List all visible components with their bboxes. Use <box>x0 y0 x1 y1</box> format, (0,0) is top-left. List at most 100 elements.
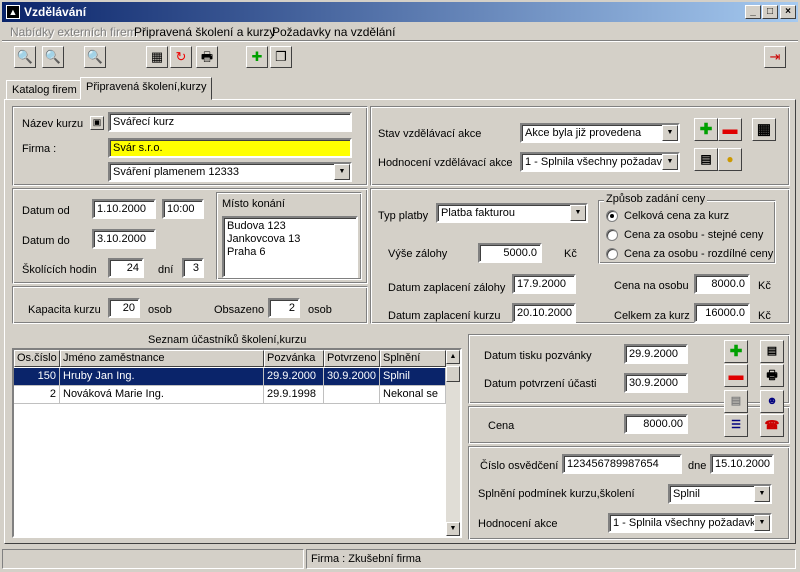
list-icon[interactable]: ☰ <box>724 414 748 437</box>
confirm-date-label: Datum potvrzení účasti <box>484 378 597 390</box>
price-same-label: Cena za osobu - stejné ceny <box>624 229 764 241</box>
scroll-down-icon[interactable]: ▼ <box>446 522 460 536</box>
chevron-down-icon[interactable]: ▼ <box>754 515 770 531</box>
course-type-select[interactable]: Sváření plamenem 12333 ▼ <box>108 162 352 182</box>
menu-education-requirements[interactable]: Požadavky na vzdělání <box>272 25 395 39</box>
remove-icon[interactable]: ▬ <box>718 118 742 141</box>
chevron-down-icon[interactable]: ▼ <box>754 486 770 502</box>
days-input[interactable]: 3 <box>182 258 204 278</box>
chevron-down-icon[interactable]: ▼ <box>662 125 678 141</box>
chevron-down-icon[interactable]: ▼ <box>334 164 350 180</box>
participants-title: Seznam účastníků školení,kurzu <box>148 334 307 346</box>
scroll-thumb[interactable] <box>446 366 460 382</box>
price-mode-title: Způsob zadání ceny <box>604 193 708 205</box>
menu-external-offers[interactable]: Nabídky externích firem <box>10 25 137 39</box>
calendar-icon[interactable]: ▦ <box>146 46 168 68</box>
evaluation-select[interactable]: 1 - Splnila všechny požadavk ▼ <box>520 152 680 172</box>
payment-type-value: Platba fakturou <box>441 207 515 219</box>
days-label: dní <box>158 264 174 276</box>
advance-input[interactable]: 5000.0 <box>478 243 542 263</box>
print-icon[interactable]: 🖶 <box>760 364 784 387</box>
search-red-icon[interactable]: 🔍 <box>14 46 36 68</box>
place-textarea[interactable]: Budova 123 Jankovcova 13 Praha 6 <box>222 216 358 278</box>
course-paid-input[interactable]: 20.10.2000 <box>512 303 576 323</box>
cell-invite: 29.9.2000 <box>264 368 324 386</box>
add-participant-icon[interactable]: ✚ <box>724 340 748 363</box>
stack-icon[interactable]: ▤ <box>724 390 748 413</box>
total-input[interactable]: 16000.0 <box>694 303 750 323</box>
per-person-input[interactable]: 8000.0 <box>694 274 750 294</box>
title-bar: ▲ Vzdělávání _ □ × <box>2 2 798 22</box>
refresh-icon[interactable]: ↻ <box>170 46 192 68</box>
coins-icon[interactable]: ● <box>718 148 742 171</box>
col-confirmed[interactable]: Potvrzeno <box>324 350 380 367</box>
hours-input[interactable]: 24 <box>108 258 144 278</box>
document-icon[interactable]: ▤ <box>760 340 784 363</box>
advance-date-input[interactable]: 17.9.2000 <box>512 274 576 294</box>
search-icon[interactable]: 🔍 <box>84 46 106 68</box>
chevron-down-icon[interactable]: ▼ <box>662 154 678 170</box>
person-icon[interactable]: ☻ <box>760 390 784 413</box>
cell-fulfilled: Splnil <box>380 368 446 386</box>
occupied-input[interactable]: 2 <box>268 298 300 318</box>
tab-firm-catalog[interactable]: Katalog firem <box>6 80 83 100</box>
occupied-unit: osob <box>308 304 332 316</box>
exit-icon[interactable]: ⇥ <box>764 46 786 68</box>
rating-select[interactable]: 1 - Splnila všechny požadavky ▼ <box>608 513 772 533</box>
tab-prepared-courses[interactable]: Připravená školení,kurzy <box>80 77 213 100</box>
firm-label: Firma : <box>22 143 57 155</box>
scroll-up-icon[interactable]: ▲ <box>446 350 460 364</box>
print-icon[interactable]: 🖶 <box>196 46 218 68</box>
print-date-input[interactable]: 29.9.2000 <box>624 344 688 364</box>
date-from-input[interactable]: 1.10.2000 <box>92 199 156 219</box>
advance-currency: Kč <box>564 248 577 260</box>
price-different-label: Cena za osobu - rozdílné ceny <box>624 248 774 260</box>
payment-type-select[interactable]: Platba fakturou ▼ <box>436 203 588 223</box>
menu-prepared-courses[interactable]: Připravená školení a kurzy <box>134 25 275 39</box>
certificate-input[interactable]: 123456789987654 <box>562 454 682 474</box>
state-label: Stav vzdělávací akce <box>378 128 482 140</box>
course-lookup-button[interactable]: ▣ <box>90 116 104 130</box>
date-to-input[interactable]: 3.10.2000 <box>92 229 156 249</box>
state-select[interactable]: Akce byla již provedena ▼ <box>520 123 680 143</box>
phone-icon[interactable]: ☎ <box>760 414 784 437</box>
course-name-input[interactable]: Svářecí kurz <box>108 112 352 132</box>
copy-document-icon[interactable]: ❐ <box>270 46 292 68</box>
price-input[interactable]: 8000.00 <box>624 414 688 434</box>
table-row[interactable]: 2 Nováková Marie Ing. 29.9.1998 Nekonal … <box>14 386 446 404</box>
certificate-date-input[interactable]: 15.10.2000 <box>710 454 774 474</box>
fulfil-select[interactable]: Splnil ▼ <box>668 484 772 504</box>
payment-type-label: Typ platby <box>378 210 429 222</box>
remove-participant-icon[interactable]: ▬ <box>724 364 748 387</box>
cell-name: Hruby Jan Ing. <box>60 368 264 386</box>
add-icon[interactable]: ✚ <box>694 118 718 141</box>
col-fulfilled[interactable]: Splnění <box>380 350 446 367</box>
occupied-label: Obsazeno <box>214 304 265 316</box>
calendar-icon[interactable]: ▦ <box>752 118 776 141</box>
cell-confirmed: 30.9.2000 <box>324 368 380 386</box>
minimize-button[interactable]: _ <box>745 5 761 19</box>
price-different-radio[interactable] <box>606 248 618 260</box>
col-name[interactable]: Jméno zaměstnance <box>60 350 264 367</box>
time-from-input[interactable]: 10:00 <box>162 199 204 219</box>
document-icon[interactable]: ▤ <box>694 148 718 171</box>
table-row[interactable]: 150 Hruby Jan Ing. 29.9.2000 30.9.2000 S… <box>14 368 446 386</box>
app-icon: ▲ <box>6 5 20 19</box>
fulfil-label: Splnění podmínek kurzu,školení <box>478 488 635 500</box>
firm-input[interactable]: Svár s.r.o. <box>108 138 352 158</box>
close-button[interactable]: × <box>780 5 796 19</box>
col-number[interactable]: Os.číslo <box>14 350 60 367</box>
chevron-down-icon[interactable]: ▼ <box>570 205 586 221</box>
capacity-unit: osob <box>148 304 172 316</box>
rating-label: Hodnocení akce <box>478 518 558 530</box>
search-person-icon[interactable]: 🔍 <box>42 46 64 68</box>
maximize-button[interactable]: □ <box>762 5 778 19</box>
price-total-radio[interactable] <box>606 210 618 222</box>
price-same-radio[interactable] <box>606 229 618 241</box>
col-invite[interactable]: Pozvánka <box>264 350 324 367</box>
vertical-scrollbar[interactable]: ▲ ▼ <box>446 350 460 536</box>
add-record-icon[interactable]: ✚ <box>246 46 268 68</box>
total-label: Celkem za kurz <box>614 310 690 322</box>
confirm-date-input[interactable]: 30.9.2000 <box>624 373 688 393</box>
capacity-input[interactable]: 20 <box>108 298 140 318</box>
